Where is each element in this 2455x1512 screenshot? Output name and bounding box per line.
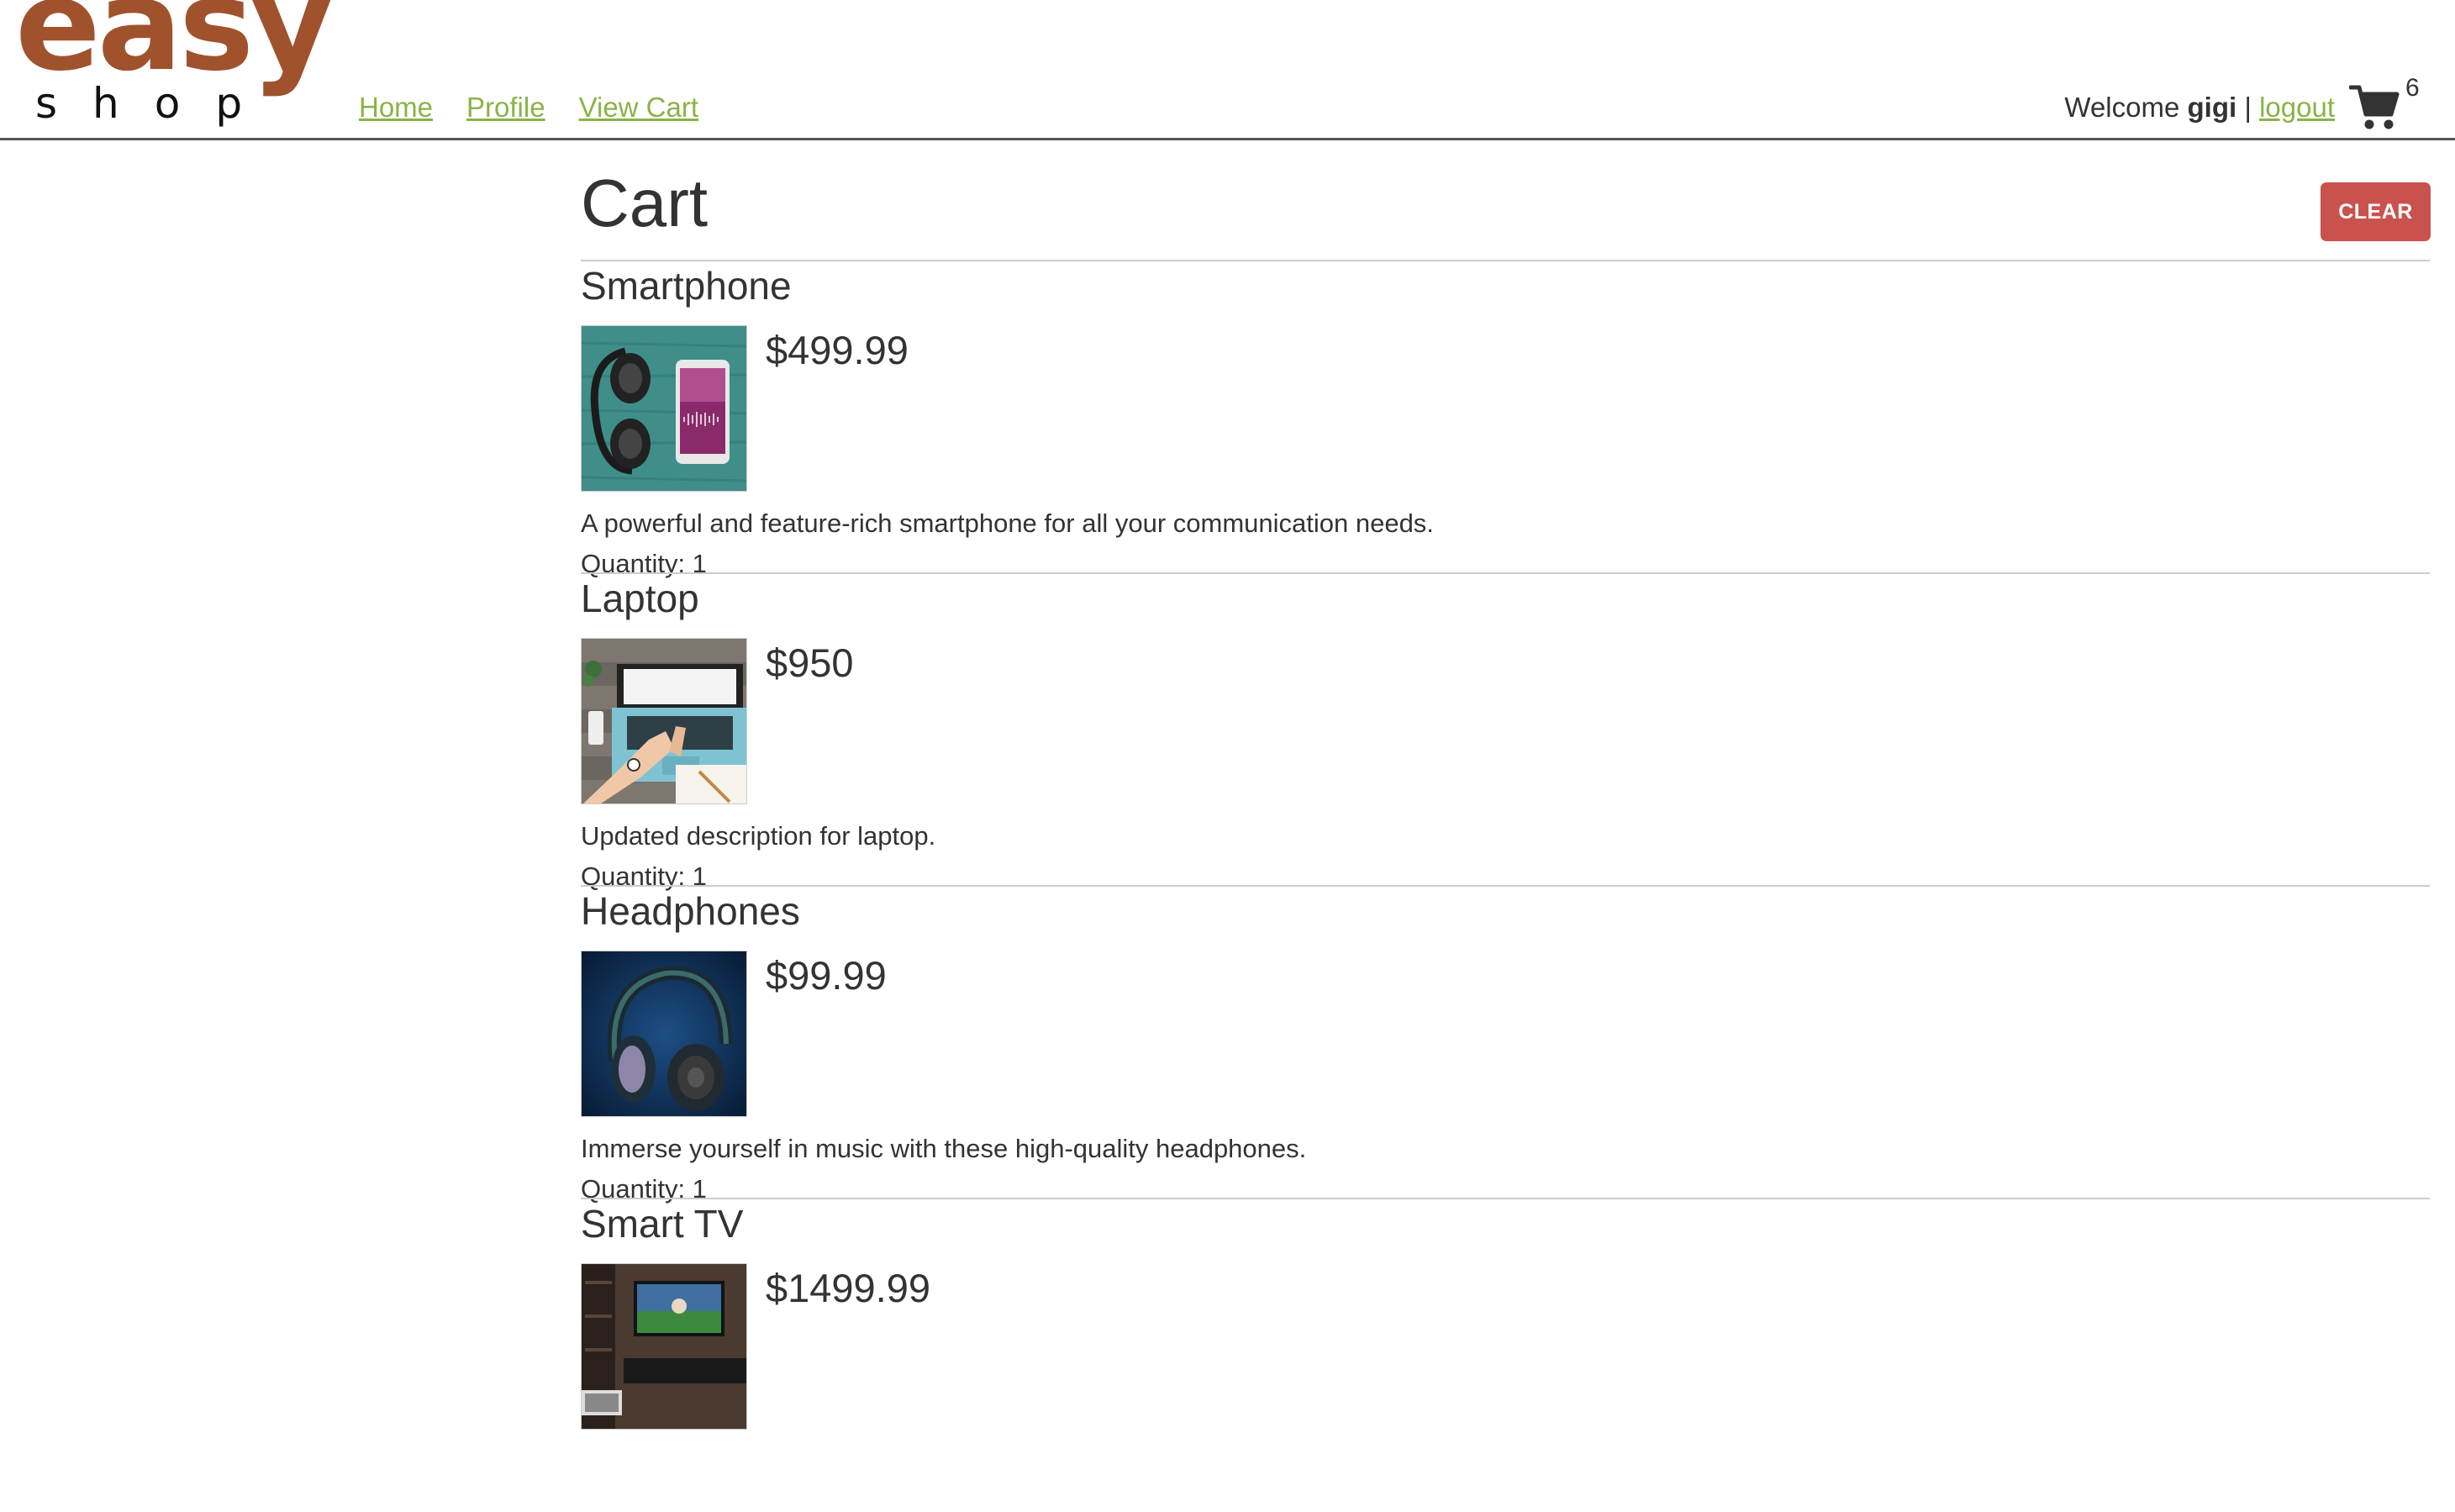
smartphone-headphones-image	[582, 326, 746, 491]
username: gigi	[2187, 92, 2237, 123]
item-description: Immerse yourself in music with these hig…	[581, 1134, 1307, 1163]
item-name: Smart TV	[581, 1202, 744, 1246]
main-nav: Home Profile View Cart	[359, 92, 698, 124]
user-box: Welcome gigi | logout	[2064, 92, 2335, 124]
item-name: Smartphone	[581, 264, 792, 308]
logo-word-shop: shop	[35, 79, 278, 128]
cart-item: Smartphone $499.99 A powerful and featur…	[581, 261, 2430, 578]
logo-word-easy: easy	[15, 0, 333, 99]
logout-link[interactable]: logout	[2259, 92, 2335, 123]
item-price: $950	[766, 640, 854, 685]
headphones-image	[582, 951, 746, 1116]
nav-home-link[interactable]: Home	[359, 92, 433, 124]
nav-view-cart-link[interactable]: View Cart	[579, 92, 698, 124]
item-description: A powerful and feature-rich smartphone f…	[581, 508, 1434, 538]
item-price: $499.99	[766, 328, 909, 372]
item-name: Laptop	[581, 577, 699, 620]
site-header: easy shop Home Profile View Cart Welcome…	[0, 0, 2455, 140]
item-image-laptop[interactable]	[581, 638, 747, 804]
cart-item: Laptop $950 Updated description for lapt…	[581, 574, 2430, 891]
clear-cart-button[interactable]: CLEAR	[2321, 182, 2431, 241]
smart-tv-room-image	[582, 1264, 746, 1429]
easyshop-logo[interactable]: easy shop	[15, 0, 335, 134]
item-image-smartphone[interactable]	[581, 325, 747, 492]
user-separator: |	[2244, 92, 2252, 123]
item-price: $99.99	[766, 953, 887, 998]
item-image-headphones[interactable]	[581, 951, 747, 1117]
item-name: Headphones	[581, 889, 800, 933]
cart-count-badge: 6	[2405, 74, 2420, 102]
welcome-text: Welcome	[2064, 92, 2180, 123]
cart-item: Headphones $99.99 Immerse yourself in mu…	[581, 887, 2430, 1204]
cart-item: Smart TV $1499.99	[581, 1199, 2430, 1512]
page-title: Cart	[581, 166, 709, 240]
item-description: Updated description for laptop.	[581, 821, 936, 851]
cart-icon[interactable]	[2349, 82, 2400, 131]
nav-profile-link[interactable]: Profile	[466, 92, 545, 124]
item-price: $1499.99	[766, 1266, 931, 1310]
laptop-desk-image	[582, 639, 746, 803]
item-image-smart-tv[interactable]	[581, 1263, 747, 1430]
